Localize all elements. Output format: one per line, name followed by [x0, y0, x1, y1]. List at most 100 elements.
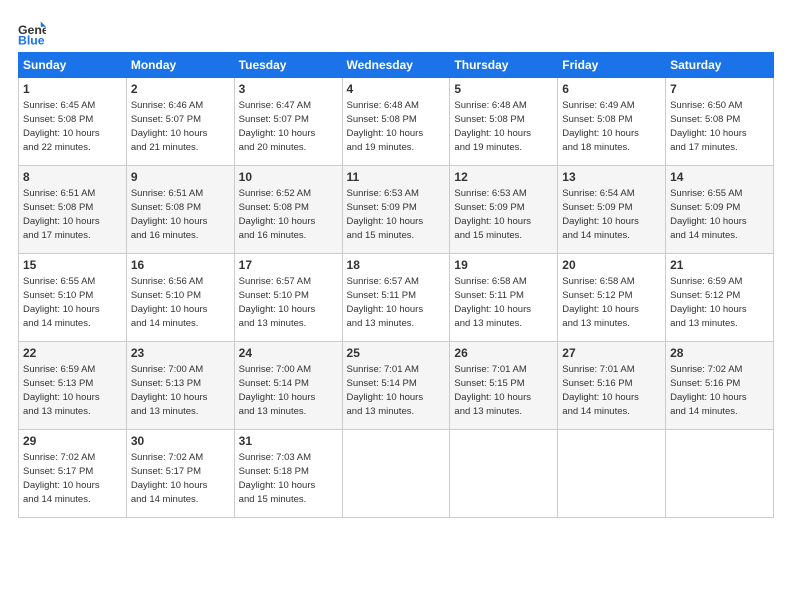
header-row: SundayMondayTuesdayWednesdayThursdayFrid… [19, 53, 774, 78]
day-cell: 7Sunrise: 6:50 AM Sunset: 5:08 PM Daylig… [666, 78, 774, 166]
day-info: Sunrise: 6:58 AM Sunset: 5:11 PM Dayligh… [454, 276, 531, 328]
day-cell: 16 Sunrise: 6:56 AM Sunset: 5:10 PM Dayli… [126, 254, 234, 342]
day-info: Sunrise: 6:50 AM Sunset: 5:08 PM Dayligh… [670, 100, 747, 152]
day-cell: 19 Sunrise: 6:58 AM Sunset: 5:11 PM Dayli… [450, 254, 558, 342]
day-info: Sunrise: 6:54 AM Sunset: 5:09 PM Dayligh… [562, 188, 639, 240]
day-info: Sunrise: 6:47 AM Sunset: 5:07 PM Dayligh… [239, 100, 316, 152]
day-cell: 26 Sunrise: 7:01 AM Sunset: 5:15 PM Dayli… [450, 342, 558, 430]
day-info: Sunrise: 7:03 AM Sunset: 5:18 PM Dayligh… [239, 452, 316, 504]
day-number: 12 [454, 169, 553, 185]
week-row-3: 15 Sunrise: 6:55 AM Sunset: 5:10 PM Dayli… [19, 254, 774, 342]
logo-icon: General Blue [18, 18, 46, 46]
day-number: 3 [239, 81, 338, 97]
day-cell: 18Sunrise: 6:57 AM Sunset: 5:11 PM Dayli… [342, 254, 450, 342]
svg-text:Blue: Blue [18, 33, 45, 46]
day-info: Sunrise: 6:48 AM Sunset: 5:08 PM Dayligh… [347, 100, 424, 152]
day-number: 6 [562, 81, 661, 97]
day-info: Sunrise: 6:46 AM Sunset: 5:07 PM Dayligh… [131, 100, 208, 152]
day-cell: 22Sunrise: 6:59 AM Sunset: 5:13 PM Dayli… [19, 342, 127, 430]
day-number: 28 [670, 345, 769, 361]
day-info: Sunrise: 6:53 AM Sunset: 5:09 PM Dayligh… [347, 188, 424, 240]
day-info: Sunrise: 7:02 AM Sunset: 5:17 PM Dayligh… [131, 452, 208, 504]
day-info: Sunrise: 7:00 AM Sunset: 5:14 PM Dayligh… [239, 364, 316, 416]
calendar-header: SundayMondayTuesdayWednesdayThursdayFrid… [19, 53, 774, 78]
main-container: General Blue SundayMondayTuesdayWednesda… [0, 0, 792, 528]
day-number: 13 [562, 169, 661, 185]
day-cell: 6 Sunrise: 6:49 AM Sunset: 5:08 PM Daylig… [558, 78, 666, 166]
day-number: 23 [131, 345, 230, 361]
day-cell: 12 Sunrise: 6:53 AM Sunset: 5:09 PM Dayli… [450, 166, 558, 254]
day-cell: 25 Sunrise: 7:01 AM Sunset: 5:14 PM Dayli… [342, 342, 450, 430]
week-row-4: 22Sunrise: 6:59 AM Sunset: 5:13 PM Dayli… [19, 342, 774, 430]
day-info: Sunrise: 6:53 AM Sunset: 5:09 PM Dayligh… [454, 188, 531, 240]
day-info: Sunrise: 7:00 AM Sunset: 5:13 PM Dayligh… [131, 364, 208, 416]
day-cell: 20Sunrise: 6:58 AM Sunset: 5:12 PM Dayli… [558, 254, 666, 342]
header-cell-thursday: Thursday [450, 53, 558, 78]
week-row-2: 8 Sunrise: 6:51 AM Sunset: 5:08 PM Daylig… [19, 166, 774, 254]
header-cell-sunday: Sunday [19, 53, 127, 78]
day-info: Sunrise: 6:55 AM Sunset: 5:09 PM Dayligh… [670, 188, 747, 240]
calendar-body: 1 Sunrise: 6:45 AM Sunset: 5:08 PM Daylig… [19, 78, 774, 518]
day-cell: 17Sunrise: 6:57 AM Sunset: 5:10 PM Dayli… [234, 254, 342, 342]
header-cell-tuesday: Tuesday [234, 53, 342, 78]
day-number: 29 [23, 433, 122, 449]
day-cell: 4Sunrise: 6:48 AM Sunset: 5:08 PM Daylig… [342, 78, 450, 166]
day-info: Sunrise: 7:01 AM Sunset: 5:15 PM Dayligh… [454, 364, 531, 416]
day-info: Sunrise: 6:51 AM Sunset: 5:08 PM Dayligh… [131, 188, 208, 240]
day-cell [558, 430, 666, 518]
day-number: 8 [23, 169, 122, 185]
day-number: 31 [239, 433, 338, 449]
day-number: 25 [347, 345, 446, 361]
day-cell: 21Sunrise: 6:59 AM Sunset: 5:12 PM Dayli… [666, 254, 774, 342]
day-cell: 31 Sunrise: 7:03 AM Sunset: 5:18 PM Dayli… [234, 430, 342, 518]
day-info: Sunrise: 6:49 AM Sunset: 5:08 PM Dayligh… [562, 100, 639, 152]
day-number: 19 [454, 257, 553, 273]
header: General Blue [18, 18, 774, 46]
day-info: Sunrise: 7:02 AM Sunset: 5:16 PM Dayligh… [670, 364, 747, 416]
day-number: 1 [23, 81, 122, 97]
day-info: Sunrise: 7:01 AM Sunset: 5:14 PM Dayligh… [347, 364, 424, 416]
day-cell: 10Sunrise: 6:52 AM Sunset: 5:08 PM Dayli… [234, 166, 342, 254]
day-cell: 2Sunrise: 6:46 AM Sunset: 5:07 PM Daylig… [126, 78, 234, 166]
day-cell: 23 Sunrise: 7:00 AM Sunset: 5:13 PM Dayli… [126, 342, 234, 430]
day-info: Sunrise: 6:57 AM Sunset: 5:10 PM Dayligh… [239, 276, 316, 328]
day-number: 16 [131, 257, 230, 273]
day-info: Sunrise: 6:59 AM Sunset: 5:12 PM Dayligh… [670, 276, 747, 328]
week-row-1: 1 Sunrise: 6:45 AM Sunset: 5:08 PM Daylig… [19, 78, 774, 166]
day-cell: 8 Sunrise: 6:51 AM Sunset: 5:08 PM Daylig… [19, 166, 127, 254]
day-cell: 3 Sunrise: 6:47 AM Sunset: 5:07 PM Daylig… [234, 78, 342, 166]
day-number: 18 [347, 257, 446, 273]
day-cell [666, 430, 774, 518]
day-cell: 15 Sunrise: 6:55 AM Sunset: 5:10 PM Dayli… [19, 254, 127, 342]
day-number: 10 [239, 169, 338, 185]
day-cell: 9 Sunrise: 6:51 AM Sunset: 5:08 PM Daylig… [126, 166, 234, 254]
logo: General Blue [18, 18, 50, 46]
day-number: 9 [131, 169, 230, 185]
week-row-5: 29 Sunrise: 7:02 AM Sunset: 5:17 PM Dayli… [19, 430, 774, 518]
day-cell: 27 Sunrise: 7:01 AM Sunset: 5:16 PM Dayli… [558, 342, 666, 430]
day-info: Sunrise: 6:56 AM Sunset: 5:10 PM Dayligh… [131, 276, 208, 328]
day-info: Sunrise: 6:51 AM Sunset: 5:08 PM Dayligh… [23, 188, 100, 240]
day-info: Sunrise: 6:55 AM Sunset: 5:10 PM Dayligh… [23, 276, 100, 328]
day-info: Sunrise: 6:59 AM Sunset: 5:13 PM Dayligh… [23, 364, 100, 416]
day-cell: 1 Sunrise: 6:45 AM Sunset: 5:08 PM Daylig… [19, 78, 127, 166]
day-info: Sunrise: 7:01 AM Sunset: 5:16 PM Dayligh… [562, 364, 639, 416]
day-number: 14 [670, 169, 769, 185]
day-cell: 5Sunrise: 6:48 AM Sunset: 5:08 PM Daylig… [450, 78, 558, 166]
day-cell: 29Sunrise: 7:02 AM Sunset: 5:17 PM Dayli… [19, 430, 127, 518]
day-info: Sunrise: 6:45 AM Sunset: 5:08 PM Dayligh… [23, 100, 100, 152]
header-cell-friday: Friday [558, 53, 666, 78]
day-info: Sunrise: 6:48 AM Sunset: 5:08 PM Dayligh… [454, 100, 531, 152]
day-cell [342, 430, 450, 518]
day-number: 20 [562, 257, 661, 273]
day-number: 11 [347, 169, 446, 185]
day-cell: 14 Sunrise: 6:55 AM Sunset: 5:09 PM Dayli… [666, 166, 774, 254]
day-number: 27 [562, 345, 661, 361]
day-number: 26 [454, 345, 553, 361]
day-number: 30 [131, 433, 230, 449]
day-cell: 11 Sunrise: 6:53 AM Sunset: 5:09 PM Dayli… [342, 166, 450, 254]
day-cell: 30 Sunrise: 7:02 AM Sunset: 5:17 PM Dayli… [126, 430, 234, 518]
day-cell: 24Sunrise: 7:00 AM Sunset: 5:14 PM Dayli… [234, 342, 342, 430]
header-cell-wednesday: Wednesday [342, 53, 450, 78]
day-number: 15 [23, 257, 122, 273]
